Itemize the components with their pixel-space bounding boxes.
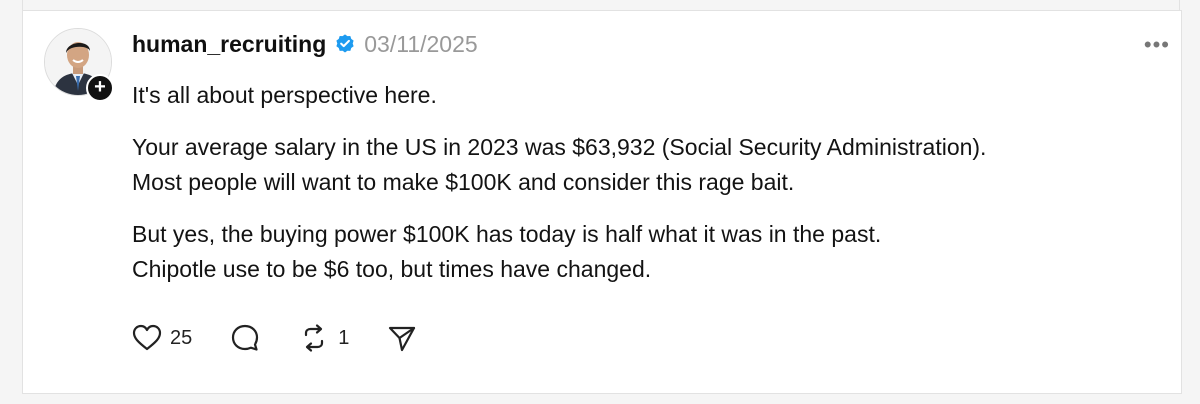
post-header: human_recruiting 03/11/2025 xyxy=(132,28,478,60)
comment-icon xyxy=(232,324,259,351)
share-button[interactable] xyxy=(387,323,417,353)
author-avatar[interactable]: + xyxy=(44,28,114,102)
repost-button[interactable]: 1 xyxy=(298,323,349,353)
post-body: It's all about perspective here. Your av… xyxy=(132,78,1152,287)
verified-badge-icon xyxy=(336,34,354,53)
repost-icon xyxy=(305,324,324,352)
follow-plus-icon[interactable]: + xyxy=(86,74,114,102)
more-horizontal-icon[interactable]: ••• xyxy=(1144,32,1170,58)
paragraph-3-line-1: But yes, the buying power $100K has toda… xyxy=(132,221,882,247)
like-button[interactable]: 25 xyxy=(132,324,192,352)
top-divider xyxy=(0,0,1200,10)
paragraph-3-line-2: Chipotle use to be $6 too, but times hav… xyxy=(132,256,652,282)
send-icon xyxy=(389,326,416,352)
paragraph-2-line-2: Most people will want to make $100K and … xyxy=(132,169,795,195)
post-date[interactable]: 03/11/2025 xyxy=(364,31,477,58)
post-paragraph-3: But yes, the buying power $100K has toda… xyxy=(132,217,1152,287)
username[interactable]: human_recruiting xyxy=(132,31,326,58)
heart-icon xyxy=(132,324,162,351)
post-paragraph-1: It's all about perspective here. xyxy=(132,82,437,108)
post-actions: 25 1 xyxy=(132,320,455,356)
repost-count: 1 xyxy=(338,326,350,349)
comment-button[interactable] xyxy=(230,323,260,353)
paragraph-2-line-1: Your average salary in the US in 2023 wa… xyxy=(132,134,987,160)
like-count: 25 xyxy=(170,326,193,349)
post-paragraph-2: Your average salary in the US in 2023 wa… xyxy=(132,130,1152,200)
